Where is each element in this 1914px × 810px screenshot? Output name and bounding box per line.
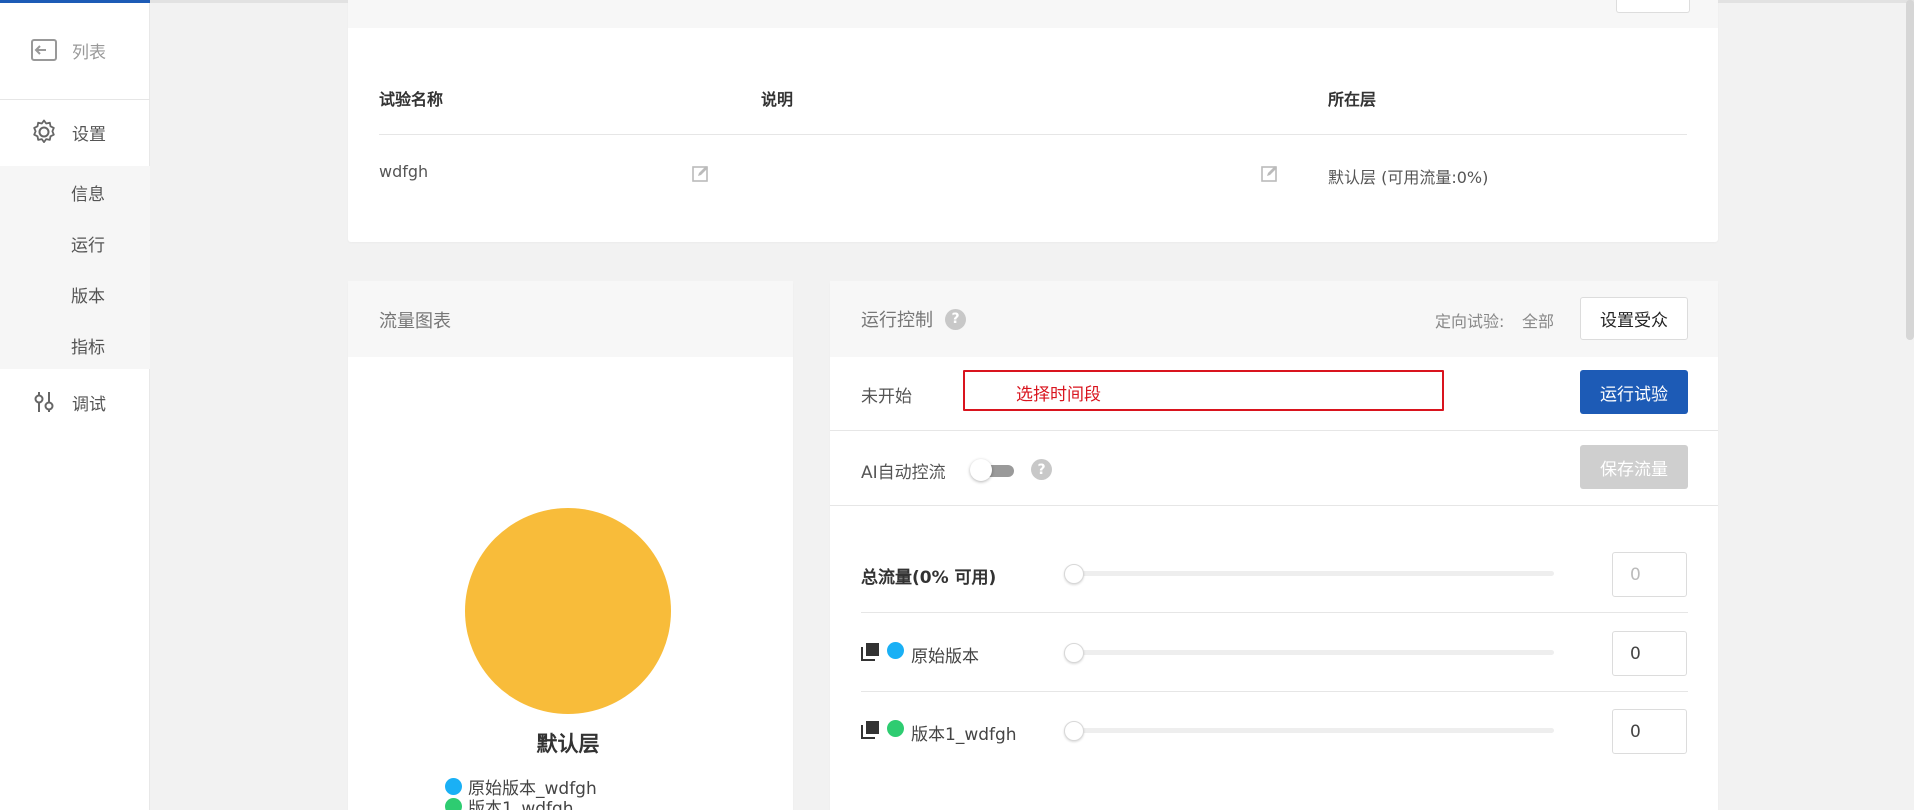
divider	[861, 691, 1688, 692]
experiment-info-card: 试验名称 说明 所在层 wdfgh 默认层 (可用流量:0%)	[348, 0, 1718, 242]
experiment-name: wdfgh	[379, 162, 429, 181]
status-text: 未开始	[861, 387, 912, 407]
version-traffic-slider[interactable]	[1074, 650, 1554, 655]
time-range-placeholder: 选择时间段	[1016, 385, 1101, 405]
legend-label: 版本1_wdfgh	[468, 799, 574, 810]
run-control-card: 运行控制 ? 定向试验: 全部 设置受众 未开始 选择时间段 运行试验 AI自动…	[830, 281, 1718, 810]
help-icon[interactable]: ?	[945, 308, 966, 330]
version-label: 版本1_wdfgh	[911, 725, 1017, 745]
control-title-wrap: 运行控制 ?	[861, 306, 966, 332]
sidebar-item-label: 设置	[72, 124, 106, 145]
version-label: 原始版本	[911, 647, 979, 667]
version-traffic-input[interactable]: 0	[1612, 709, 1687, 754]
target-label: 定向试验:	[1435, 312, 1505, 331]
total-traffic-input[interactable]: 0	[1612, 552, 1687, 597]
settings-subnav: 信息 运行 版本 指标	[0, 166, 150, 369]
copy-icon[interactable]	[861, 642, 880, 661]
gear-icon	[29, 117, 59, 147]
page-scrollbar[interactable]	[1906, 0, 1914, 340]
version-color-dot	[887, 642, 904, 659]
back-list-icon	[29, 35, 59, 65]
sidebar-accent-bar	[0, 0, 150, 3]
legend-dot	[445, 778, 462, 795]
experiment-layer: 默认层 (可用流量:0%)	[1328, 168, 1489, 187]
slider-handle[interactable]	[1064, 643, 1084, 663]
cut-off-button[interactable]	[1616, 0, 1690, 13]
control-title: 运行控制	[861, 310, 933, 331]
header-divider	[379, 134, 1687, 135]
save-traffic-button[interactable]: 保存流量	[1580, 445, 1688, 489]
sidebar: 列表 设置 信息 运行 版本 指标 调试	[0, 0, 150, 810]
col-header-name: 试验名称	[379, 90, 444, 109]
ai-auto-toggle[interactable]	[970, 459, 1014, 481]
help-icon[interactable]: ?	[1031, 459, 1052, 480]
col-header-description: 说明	[761, 90, 794, 109]
sidebar-item-debug[interactable]: 调试	[0, 382, 150, 422]
sliders-icon	[29, 387, 59, 417]
total-traffic-slider[interactable]	[1074, 571, 1554, 576]
sidebar-item-settings[interactable]: 设置	[0, 112, 150, 152]
time-range-picker[interactable]: 选择时间段	[963, 370, 1444, 411]
legend-dot	[445, 798, 462, 810]
divider	[0, 99, 150, 100]
set-audience-button[interactable]: 设置受众	[1580, 297, 1688, 340]
version-traffic-value: 0	[1630, 643, 1641, 664]
ai-auto-label: AI自动控流	[861, 463, 946, 483]
sidebar-item-label: 列表	[72, 42, 106, 63]
col-header-layer: 所在层	[1328, 90, 1377, 109]
sidebar-item-label: 调试	[72, 394, 106, 415]
copy-icon[interactable]	[861, 720, 880, 739]
edit-description-icon[interactable]	[1261, 164, 1279, 182]
slider-handle[interactable]	[1064, 721, 1084, 741]
subnav-item-metrics[interactable]: 指标	[71, 333, 105, 358]
divider	[830, 430, 1718, 431]
divider	[830, 505, 1718, 506]
edit-name-icon[interactable]	[692, 164, 710, 182]
version-traffic-value: 0	[1630, 721, 1641, 742]
subnav-item-info[interactable]: 信息	[71, 180, 105, 205]
pie-slice-default-layer	[465, 508, 671, 714]
target-value: 全部	[1522, 312, 1555, 331]
toggle-knob	[970, 459, 992, 481]
version-traffic-input[interactable]: 0	[1612, 631, 1687, 676]
run-experiment-button[interactable]: 运行试验	[1580, 370, 1688, 414]
divider	[861, 612, 1688, 613]
version-traffic-slider[interactable]	[1074, 728, 1554, 733]
total-traffic-placeholder: 0	[1630, 564, 1641, 585]
subnav-item-run[interactable]: 运行	[71, 231, 105, 256]
version-color-dot	[887, 720, 904, 737]
total-traffic-label: 总流量(0% 可用)	[861, 568, 997, 588]
slider-handle[interactable]	[1064, 564, 1084, 584]
card-header: 流量图表	[348, 281, 793, 357]
legend-item: 版本1_wdfgh	[445, 794, 574, 810]
card-header: 运行控制 ? 定向试验: 全部 设置受众	[830, 281, 1718, 357]
sidebar-item-list[interactable]: 列表	[0, 30, 150, 70]
card-top-strip	[348, 0, 1718, 28]
subnav-item-versions[interactable]: 版本	[71, 282, 105, 307]
chart-card-title: 流量图表	[379, 311, 451, 332]
